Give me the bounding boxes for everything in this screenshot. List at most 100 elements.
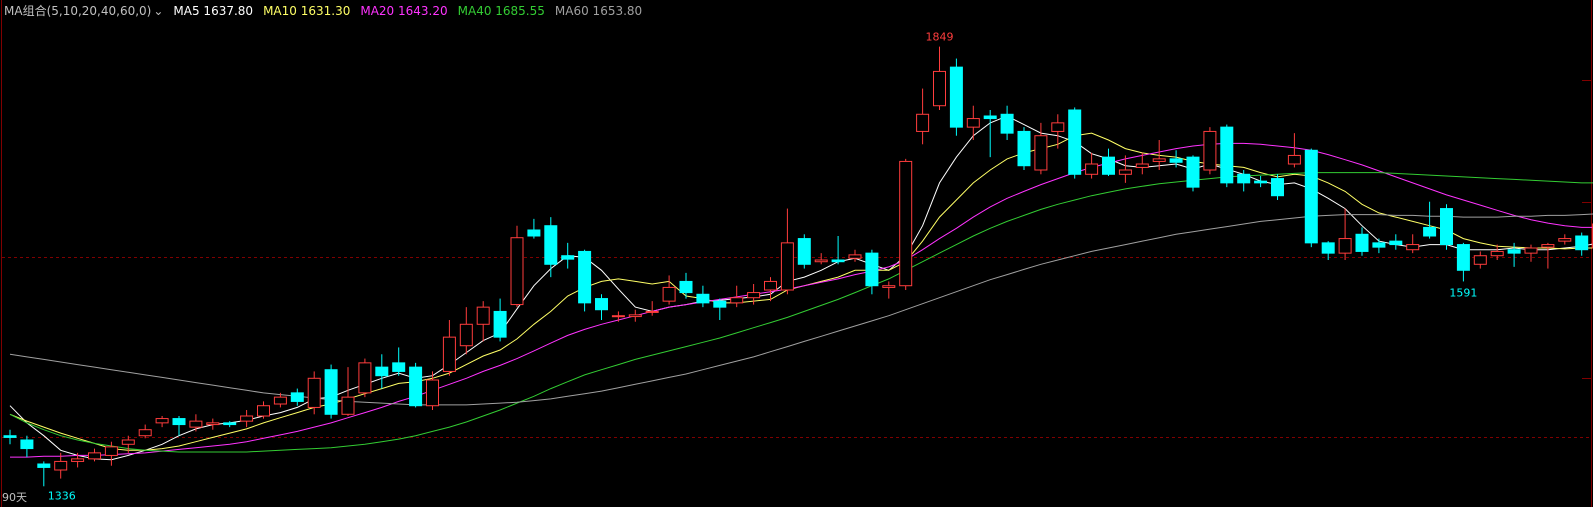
candle-body [1118,169,1132,175]
candle [307,371,321,415]
candle-body [1135,163,1149,168]
candle-body [780,242,794,291]
candle-body [882,285,896,288]
candle-body [544,225,558,265]
ma20-value: MA20 1643.20 [360,4,448,18]
candle-body [409,366,423,407]
candle-body [1203,130,1217,171]
candle-body [1102,156,1115,175]
candle [1338,208,1352,260]
candle-body [104,446,118,456]
candle-body [848,254,862,259]
candle-body [1304,149,1318,244]
candle-body [510,237,524,306]
candle-body [1034,135,1048,171]
candle [1068,107,1082,179]
candle-body [1152,158,1166,162]
ma10-value: MA10 1631.30 [263,4,351,18]
candle-body [1473,255,1487,265]
candle-body [814,259,828,263]
candle-body [561,255,575,260]
candle-body [662,286,676,302]
candle-body [358,362,372,394]
candle-body [20,439,34,450]
candle [1355,227,1369,256]
candle-body [3,435,17,438]
candle [1254,176,1268,188]
candle-body [645,310,659,313]
candle-body [527,229,541,237]
candle-body [899,160,913,287]
candle-body [1220,126,1234,184]
candle [527,218,541,239]
candle-body [1507,249,1521,254]
candle [696,285,710,308]
candle-body [679,280,693,294]
candle-body [865,252,879,287]
candle [1186,155,1200,192]
candle [780,208,794,295]
candle [1440,204,1453,250]
candle [392,347,406,376]
candle [206,418,220,430]
period-label[interactable]: 90天 [2,489,27,505]
candle-body [1271,178,1284,197]
candle-body [611,315,625,318]
candle [290,388,304,406]
indicator-legend: MA组合(5,10,20,40,60,0) ⌄ MA5 1637.80 MA10 … [4,3,642,19]
candle-body [831,259,845,263]
candle-body [797,238,811,265]
candle [240,410,254,428]
candle-body [1490,250,1504,257]
candle [882,281,896,299]
candle-body [1017,130,1031,167]
candle [37,461,51,487]
candle [1000,105,1014,140]
candle [459,307,473,355]
candle [1051,114,1065,149]
candle [831,236,845,265]
candle-body [1000,113,1014,134]
candle-body [1068,109,1082,175]
candle-body [71,458,85,462]
candle-body [1423,226,1437,237]
candle [1287,133,1301,168]
candle-body [916,113,930,132]
candle [611,311,625,322]
candles [3,46,1593,487]
candle-body [595,298,608,311]
candle-body [1575,235,1589,251]
candle-body [578,250,592,304]
candle-body [1440,208,1453,246]
candle [713,298,727,320]
candle [3,429,17,445]
candle [1085,152,1099,179]
candle-body [983,115,997,120]
candle [358,358,372,398]
high-price-label: 1849 [926,31,954,44]
candle-body [341,396,355,415]
indicator-name: MA组合(5,10,20,40,60,0) [4,4,152,18]
candle-body [1389,240,1403,246]
candle-body [1558,238,1572,242]
candle-body [933,70,946,107]
candle-body [392,362,406,372]
candle [493,298,507,342]
indicator-selector[interactable]: MA组合(5,10,20,40,60,0) ⌄ [4,3,163,19]
candle-body [1051,122,1065,132]
candle [1473,251,1487,269]
candle [1558,234,1572,245]
candle [916,88,930,145]
candle-body [257,405,270,417]
candle-body [155,418,169,424]
candle [899,158,913,290]
candle [1406,234,1420,254]
candle [1372,238,1386,254]
candle-body [1186,156,1200,188]
candle [679,272,693,299]
candle-body [1169,158,1183,163]
ma5-line [9,115,1593,461]
moving-average-lines [9,115,1593,461]
candle-body [476,306,490,325]
candle-body [206,422,220,426]
